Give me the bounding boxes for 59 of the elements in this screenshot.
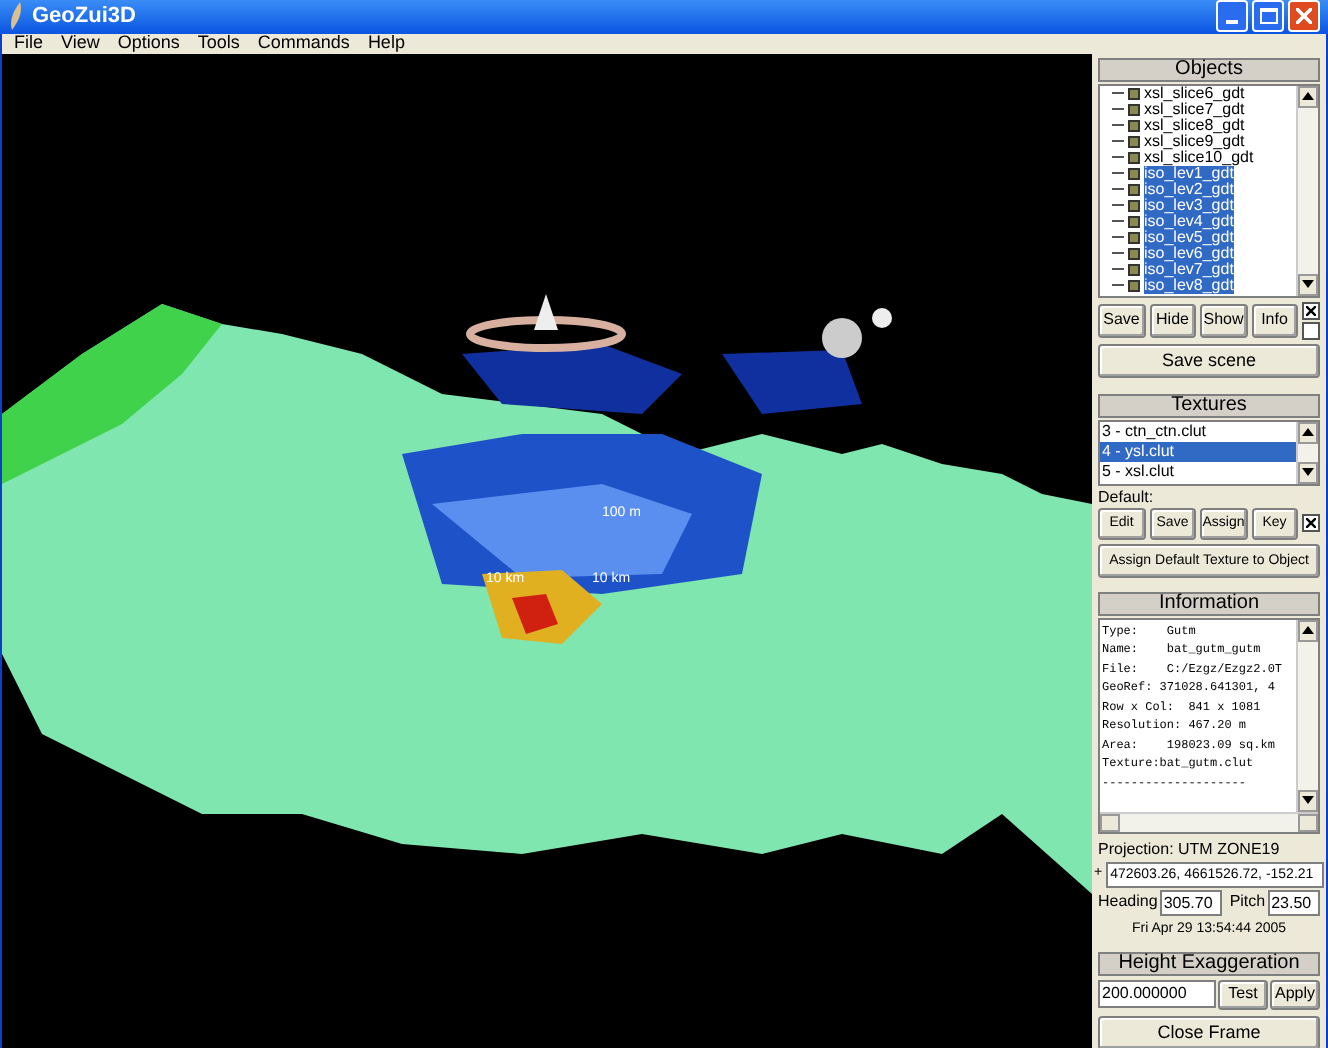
object-item[interactable]: iso_lev8_gdt <box>1144 277 1234 293</box>
scrollbar[interactable] <box>1296 85 1318 295</box>
feather-icon <box>8 2 24 31</box>
scroll-down-icon[interactable] <box>1298 461 1318 483</box>
object-button[interactable]: Show <box>1200 303 1247 337</box>
object-item[interactable]: iso_lev7_gdt <box>1144 261 1234 277</box>
window-title: GeoZui3D <box>32 2 138 32</box>
save-scene-button[interactable]: Save scene <box>1098 343 1320 377</box>
object-item[interactable]: xsl_slice9_gdt <box>1144 133 1245 149</box>
object-button[interactable]: Info <box>1251 303 1298 337</box>
projection-text: Projection: UTM ZONE19 <box>1098 837 1282 861</box>
object-item[interactable]: iso_lev2_gdt <box>1144 181 1234 197</box>
menu-item[interactable]: Help <box>367 29 405 57</box>
default-label: Default: <box>1098 485 1156 507</box>
scroll-down-icon[interactable] <box>1298 789 1318 811</box>
scrollbar[interactable] <box>1296 619 1318 811</box>
heading-label: Heading <box>1098 890 1158 914</box>
menu-item[interactable]: View <box>61 29 100 57</box>
panel-header: Height Exaggeration <box>1098 951 1320 975</box>
scroll-down-icon[interactable] <box>1298 273 1318 295</box>
object-button[interactable]: Save <box>1098 303 1145 337</box>
horizontal-scrollbar[interactable] <box>1100 811 1318 831</box>
menu-item[interactable]: File <box>14 29 44 57</box>
texture-item[interactable]: 3 - ctn_ctn.clut <box>1100 421 1296 441</box>
panel-header: Information <box>1098 591 1320 615</box>
menu-item[interactable]: Tools <box>197 29 240 57</box>
scroll-up-icon[interactable] <box>1298 421 1318 443</box>
maximize-button[interactable] <box>1252 0 1284 33</box>
texture-item[interactable]: 5 - xsl.clut <box>1100 461 1296 481</box>
scroll-up-icon[interactable] <box>1298 85 1318 107</box>
object-button[interactable]: Hide <box>1149 303 1196 337</box>
scrollbar[interactable] <box>1296 421 1318 483</box>
exaggeration-button[interactable]: Test <box>1218 979 1268 1009</box>
menu-item[interactable]: Options <box>117 29 180 57</box>
scroll-up-icon[interactable] <box>1298 619 1318 641</box>
minimize-button[interactable] <box>1216 0 1248 33</box>
object-item[interactable]: xsl_slice8_gdt <box>1144 117 1245 133</box>
texture-item[interactable]: 4 - ysl.clut <box>1100 441 1296 461</box>
close-small-icon[interactable] <box>1302 301 1320 319</box>
object-item[interactable]: xsl_slice10_gdt <box>1144 149 1254 165</box>
close-small-icon[interactable] <box>1302 514 1320 532</box>
exaggeration-field[interactable]: 200.000000 <box>1098 980 1216 1008</box>
object-item[interactable]: iso_lev1_gdt <box>1144 165 1234 181</box>
pitch-label: Pitch <box>1229 890 1266 914</box>
menu-item[interactable]: Commands <box>257 29 350 57</box>
object-item[interactable]: iso_lev6_gdt <box>1144 245 1234 261</box>
panel-header: Objects <box>1098 57 1320 81</box>
object-item[interactable]: iso_lev4_gdt <box>1144 213 1234 229</box>
heading-field[interactable]: 305.70 <box>1159 889 1222 915</box>
object-item[interactable]: iso_lev3_gdt <box>1144 197 1234 213</box>
pitch-field[interactable]: 23.50 <box>1267 889 1320 915</box>
object-item[interactable]: xsl_slice6_gdt <box>1144 85 1245 101</box>
object-item[interactable]: iso_lev5_gdt <box>1144 229 1234 245</box>
exaggeration-button[interactable]: Apply <box>1270 979 1320 1009</box>
close-frame-button[interactable]: Close Frame <box>1098 1015 1320 1048</box>
close-button[interactable] <box>1288 0 1320 33</box>
object-item[interactable]: xsl_slice7_gdt <box>1144 101 1245 117</box>
close-icon[interactable] <box>1296 8 1312 25</box>
panel-header: Textures <box>1098 393 1320 417</box>
